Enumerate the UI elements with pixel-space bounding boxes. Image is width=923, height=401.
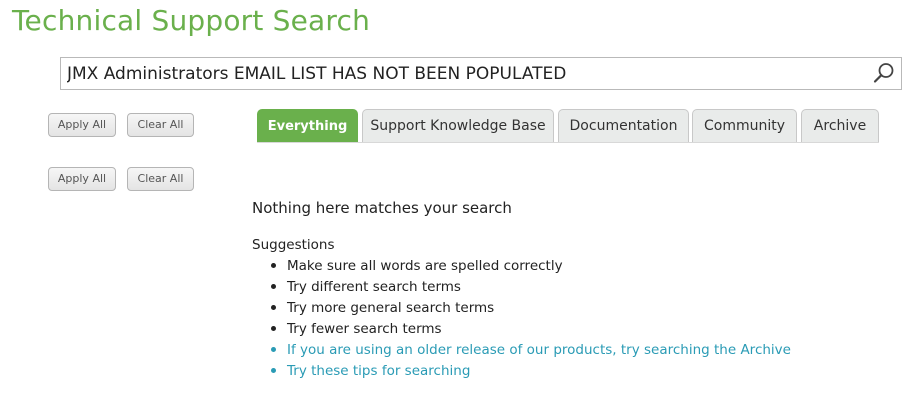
tab-everything[interactable]: Everything xyxy=(257,109,358,143)
tab-support-knowledge-base[interactable]: Support Knowledge Base xyxy=(362,109,554,143)
search-box xyxy=(60,57,902,90)
suggestions-list: Make sure all words are spelled correctl… xyxy=(267,257,791,383)
apply-all-button-secondary[interactable]: Apply All xyxy=(48,167,116,191)
tab-archive[interactable]: Archive xyxy=(801,109,879,143)
apply-all-button[interactable]: Apply All xyxy=(48,113,116,137)
search-icon[interactable] xyxy=(873,62,895,84)
tab-community[interactable]: Community xyxy=(692,109,797,143)
list-item: Try different search terms xyxy=(267,278,791,299)
clear-all-button-secondary[interactable]: Clear All xyxy=(127,167,194,191)
archive-search-link[interactable]: If you are using an older release of our… xyxy=(267,341,791,362)
page-title: Technical Support Search xyxy=(12,4,371,37)
tab-documentation[interactable]: Documentation xyxy=(558,109,689,143)
list-item: Try more general search terms xyxy=(267,299,791,320)
suggestions-heading: Suggestions xyxy=(252,237,335,253)
clear-all-button[interactable]: Clear All xyxy=(127,113,194,137)
list-item: Make sure all words are spelled correctl… xyxy=(267,257,791,278)
no-results-message: Nothing here matches your search xyxy=(252,199,512,217)
list-item: Try fewer search terms xyxy=(267,320,791,341)
search-input[interactable] xyxy=(61,58,867,89)
search-tips-link[interactable]: Try these tips for searching xyxy=(267,362,791,383)
tabs-divider xyxy=(257,142,879,143)
